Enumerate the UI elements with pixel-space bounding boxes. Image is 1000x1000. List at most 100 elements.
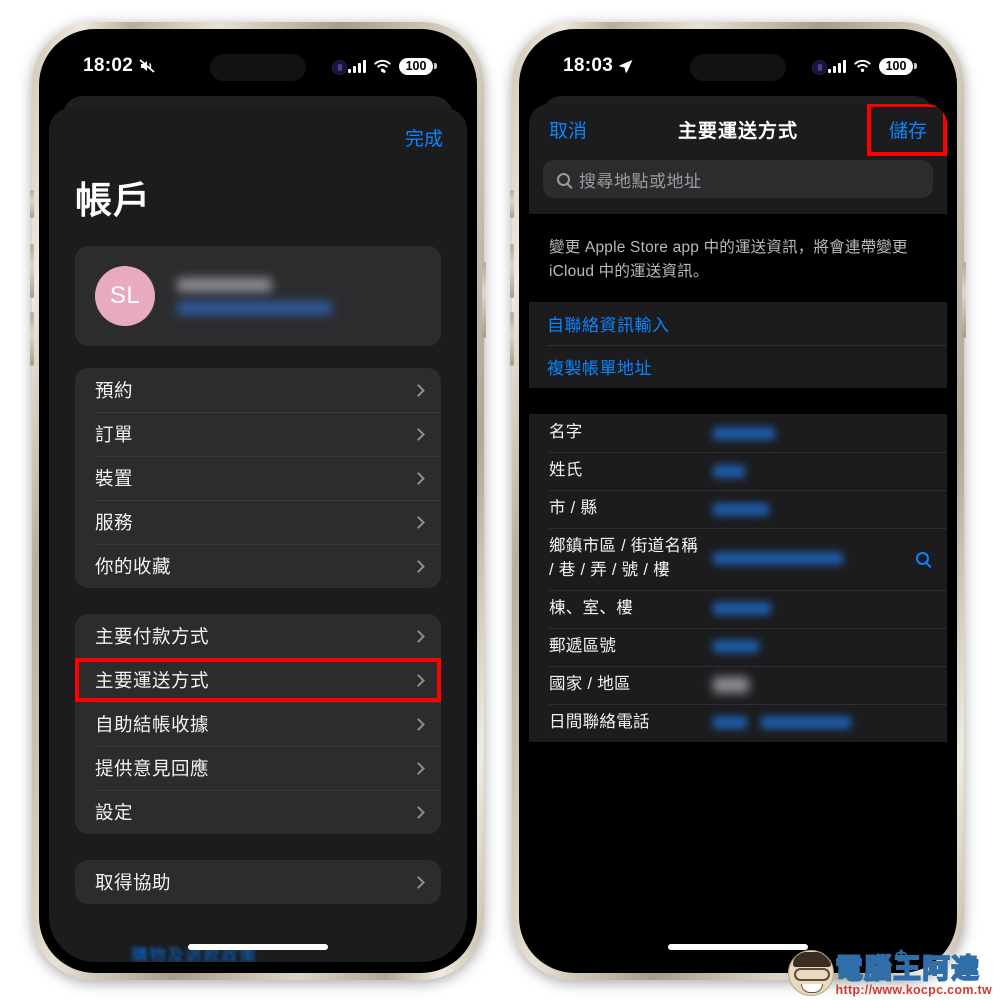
form-row-postal-code[interactable]: 郵遞區號 <box>529 627 947 666</box>
list-item-label: 你的收藏 <box>95 556 172 577</box>
chevron-right-icon <box>412 717 425 731</box>
iphone-device-left: 18:02 100 完成 帳戶 SL 預約 訂單 裝置 服務 你的收藏 主要付款… <box>30 22 486 980</box>
form-label: 棟、室、樓 <box>549 598 633 617</box>
value-redacted <box>713 716 747 730</box>
list-item-self-checkout-receipt[interactable]: 自助結帳收據 <box>75 702 441 746</box>
volume-down-button[interactable] <box>30 312 34 366</box>
list-item-label: 取得協助 <box>95 872 172 893</box>
volume-down-button[interactable] <box>510 312 514 366</box>
form-value[interactable] <box>713 676 929 693</box>
value-redacted <box>713 426 775 440</box>
cancel-button[interactable]: 取消 <box>549 116 587 143</box>
volume-up-button[interactable] <box>510 244 514 298</box>
form-row-country-region[interactable]: 國家 / 地區 <box>529 665 947 704</box>
value-redacted <box>713 552 843 566</box>
chevron-right-icon <box>412 761 425 775</box>
section-gap <box>529 388 947 415</box>
list-item[interactable]: 服務 <box>75 500 441 544</box>
battery-tip <box>434 63 437 69</box>
power-button[interactable] <box>482 262 486 338</box>
iphone-device-right: 18:03 100 取消 主要運送方式 儲存 搜尋地點或地址 變更 Apple … <box>510 22 966 980</box>
list-item-primary-payment[interactable]: 主要付款方式 <box>75 614 441 658</box>
status-time: 18:02 <box>83 55 156 77</box>
form-value[interactable] <box>713 502 929 516</box>
list-item-label: 預約 <box>95 380 134 401</box>
chevron-right-icon <box>412 383 425 397</box>
form-row-city[interactable]: 市 / 縣 <box>529 490 947 528</box>
form-value[interactable] <box>713 640 929 654</box>
profile-row[interactable]: SL <box>75 246 441 346</box>
action-fill-from-contacts[interactable]: 自聯絡資訊輸入 <box>529 302 947 345</box>
form-label: 鄉鎮市區 / 街道名稱 / 巷 / 弄 / 號 / 樓 <box>549 537 699 579</box>
list-item-label: 主要付款方式 <box>95 626 210 647</box>
list-item-settings[interactable]: 設定 <box>75 790 441 834</box>
search-section: 搜尋地點或地址 <box>529 154 947 214</box>
search-icon <box>557 172 570 186</box>
chevron-right-icon <box>412 805 425 819</box>
action-label: 複製帳單地址 <box>547 359 652 379</box>
form-label: 日間聯絡電話 <box>549 712 650 731</box>
battery-indicator: 100 <box>399 57 437 75</box>
page-title: 帳戶 <box>75 180 151 221</box>
battery-indicator: 100 <box>879 57 917 75</box>
form-row-building-unit-floor[interactable]: 棟、室、樓 <box>529 589 947 628</box>
chevron-right-icon <box>412 427 425 441</box>
list-item[interactable]: 預約 <box>75 368 441 412</box>
value-redacted <box>713 464 745 478</box>
value-redacted <box>713 640 759 654</box>
account-sheet: 完成 帳戶 SL 預約 訂單 裝置 服務 你的收藏 主要付款方式 主要運送方式 … <box>49 108 467 962</box>
list-item-get-help[interactable]: 取得協助 <box>75 860 441 904</box>
form-label: 郵遞區號 <box>549 636 617 655</box>
value-redacted <box>713 602 771 616</box>
form-row-last-name[interactable]: 姓氏 <box>529 452 947 490</box>
shipping-sheet: 取消 主要運送方式 儲存 搜尋地點或地址 變更 Apple Store app … <box>529 104 947 962</box>
home-indicator[interactable] <box>668 944 808 950</box>
power-button[interactable] <box>962 262 966 338</box>
action-copy-billing-address[interactable]: 複製帳單地址 <box>529 345 947 388</box>
chevron-right-icon <box>412 629 425 643</box>
mute-switch-button[interactable] <box>30 190 34 218</box>
form-label: 國家 / 地區 <box>549 674 631 693</box>
form-label: 市 / 縣 <box>549 499 598 518</box>
avatar: SL <box>95 266 155 326</box>
list-item-label: 提供意見回應 <box>95 758 210 779</box>
screen-right: 18:03 100 取消 主要運送方式 儲存 搜尋地點或地址 變更 Apple … <box>529 40 947 962</box>
list-item[interactable]: 你的收藏 <box>75 544 441 588</box>
address-lookup-search-icon[interactable] <box>916 552 929 566</box>
status-indicators: 100 <box>828 57 917 75</box>
signal-bars-icon <box>348 59 366 73</box>
profile-card[interactable]: SL <box>75 246 441 346</box>
battery-tip <box>914 63 917 69</box>
list-item-label: 設定 <box>95 802 134 823</box>
action-label: 自聯絡資訊輸入 <box>547 316 670 336</box>
done-button[interactable]: 完成 <box>405 124 443 151</box>
status-time: 18:03 <box>563 55 634 77</box>
list-item-feedback[interactable]: 提供意見回應 <box>75 746 441 790</box>
volume-up-button[interactable] <box>30 244 34 298</box>
chevron-right-icon <box>412 875 425 889</box>
list-item-primary-shipping[interactable]: 主要運送方式 <box>75 658 441 702</box>
quick-action-group: 自聯絡資訊輸入 複製帳單地址 <box>529 302 947 389</box>
chevron-right-icon <box>412 471 425 485</box>
list-item[interactable]: 裝置 <box>75 456 441 500</box>
mute-switch-button[interactable] <box>510 190 514 218</box>
form-row-street-address[interactable]: 鄉鎮市區 / 街道名稱 / 巷 / 弄 / 號 / 樓 <box>529 528 947 590</box>
form-value[interactable] <box>713 464 929 478</box>
chevron-right-icon <box>412 673 425 687</box>
form-value[interactable] <box>713 716 929 730</box>
form-row-first-name[interactable]: 名字 <box>529 414 947 452</box>
home-indicator[interactable] <box>188 944 328 950</box>
list-item[interactable]: 訂單 <box>75 412 441 456</box>
sheet-toolbar: 完成 <box>49 108 467 166</box>
form-value[interactable] <box>713 426 929 440</box>
list-item-label: 主要運送方式 <box>95 670 210 691</box>
device-bezel-left: 18:02 100 完成 帳戶 SL 預約 訂單 裝置 服務 你的收藏 主要付款… <box>39 29 477 973</box>
save-button[interactable]: 儲存 <box>866 104 947 156</box>
list-item-label: 裝置 <box>95 468 134 489</box>
search-input[interactable]: 搜尋地點或地址 <box>543 160 933 198</box>
value-redacted <box>713 502 769 516</box>
form-value[interactable] <box>713 552 904 566</box>
form-row-daytime-phone[interactable]: 日間聯絡電話 <box>529 703 947 742</box>
mute-icon <box>139 59 155 73</box>
form-value[interactable] <box>713 602 929 616</box>
